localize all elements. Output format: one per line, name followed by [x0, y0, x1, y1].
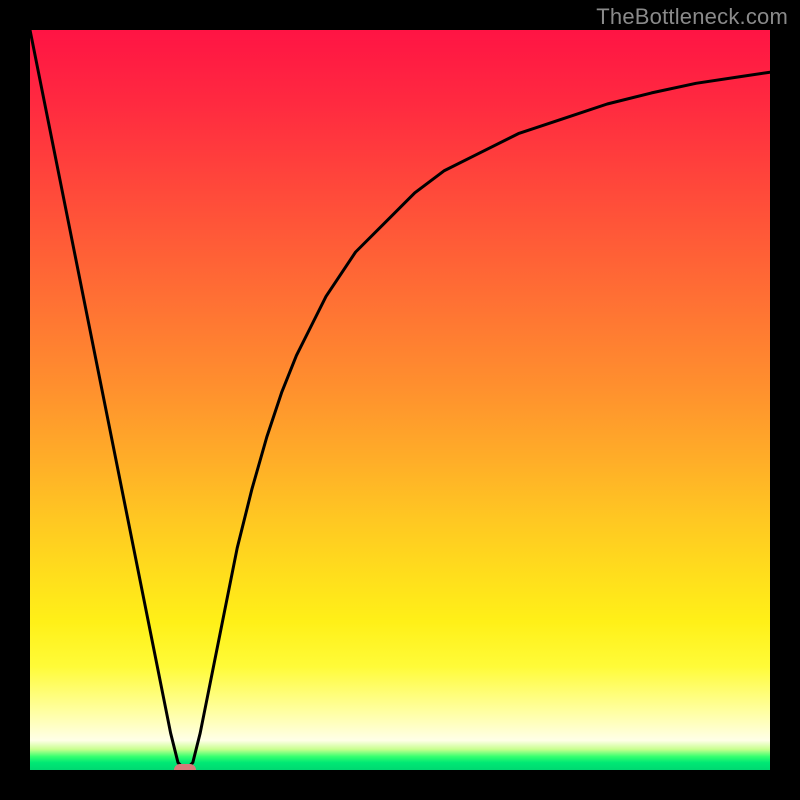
bottleneck-curve	[30, 30, 770, 770]
watermark-text: TheBottleneck.com	[596, 4, 788, 30]
minimum-marker	[174, 764, 196, 770]
chart-frame: TheBottleneck.com	[0, 0, 800, 800]
plot-area	[30, 30, 770, 770]
